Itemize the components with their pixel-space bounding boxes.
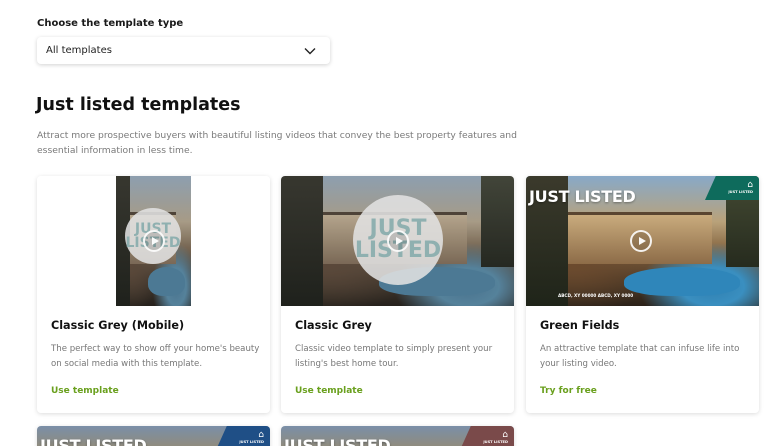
- play-icon[interactable]: [143, 230, 165, 252]
- template-card-classic-grey-mobile[interactable]: JUST LISTED Classic Grey (Mobile) The pe…: [37, 176, 270, 413]
- badge-text: JUST LISTED: [483, 440, 508, 444]
- template-thumbnail[interactable]: JUST LISTED: [37, 176, 270, 306]
- play-icon[interactable]: [387, 230, 409, 252]
- template-card-row2-2[interactable]: JUST LISTED ⌂ JUST LISTED: [281, 426, 514, 446]
- template-thumbnail[interactable]: JUST LISTED: [281, 176, 514, 306]
- template-card-classic-grey[interactable]: JUST LISTED Classic Grey Classic video t…: [281, 176, 514, 413]
- home-icon: ⌂: [258, 430, 264, 440]
- card-title: Classic Grey (Mobile): [51, 319, 185, 332]
- just-listed-overlay: JUST LISTED: [284, 436, 391, 446]
- badge-text: JUST LISTED: [239, 440, 264, 444]
- try-for-free-link[interactable]: Try for free: [540, 386, 597, 396]
- template-card-row2-1[interactable]: JUST LISTED ⌂ JUST LISTED: [37, 426, 270, 446]
- card-title: Green Fields: [540, 319, 620, 332]
- section-description: Attract more prospective buyers with bea…: [37, 130, 517, 156]
- template-thumbnail[interactable]: JUST LISTED ⌂ JUST LISTED ABCD, XY 00000…: [526, 176, 759, 306]
- card-description: Classic video template to simply present…: [295, 344, 493, 369]
- card-description: An attractive template that can infuse l…: [540, 344, 740, 369]
- template-type-selected: All templates: [46, 45, 112, 56]
- play-icon[interactable]: [630, 230, 652, 252]
- home-icon: ⌂: [747, 180, 753, 190]
- use-template-link[interactable]: Use template: [51, 386, 119, 396]
- template-type-label: Choose the template type: [37, 18, 184, 29]
- template-card-green-fields[interactable]: JUST LISTED ⌂ JUST LISTED ABCD, XY 00000…: [526, 176, 759, 413]
- use-template-link[interactable]: Use template: [295, 386, 363, 396]
- template-type-select[interactable]: All templates: [37, 37, 330, 64]
- card-description: The perfect way to show off your home's …: [51, 344, 260, 369]
- just-listed-overlay: JUST LISTED: [40, 436, 147, 446]
- address-text: ABCD, XY 00000 ABCD, XY 0000: [558, 293, 634, 298]
- chevron-down-icon: [304, 47, 316, 54]
- home-icon: ⌂: [502, 430, 508, 440]
- section-title: Just listed templates: [36, 95, 241, 115]
- just-listed-overlay: JUST LISTED: [529, 187, 636, 206]
- card-title: Classic Grey: [295, 319, 372, 332]
- badge-text: JUST LISTED: [728, 190, 753, 194]
